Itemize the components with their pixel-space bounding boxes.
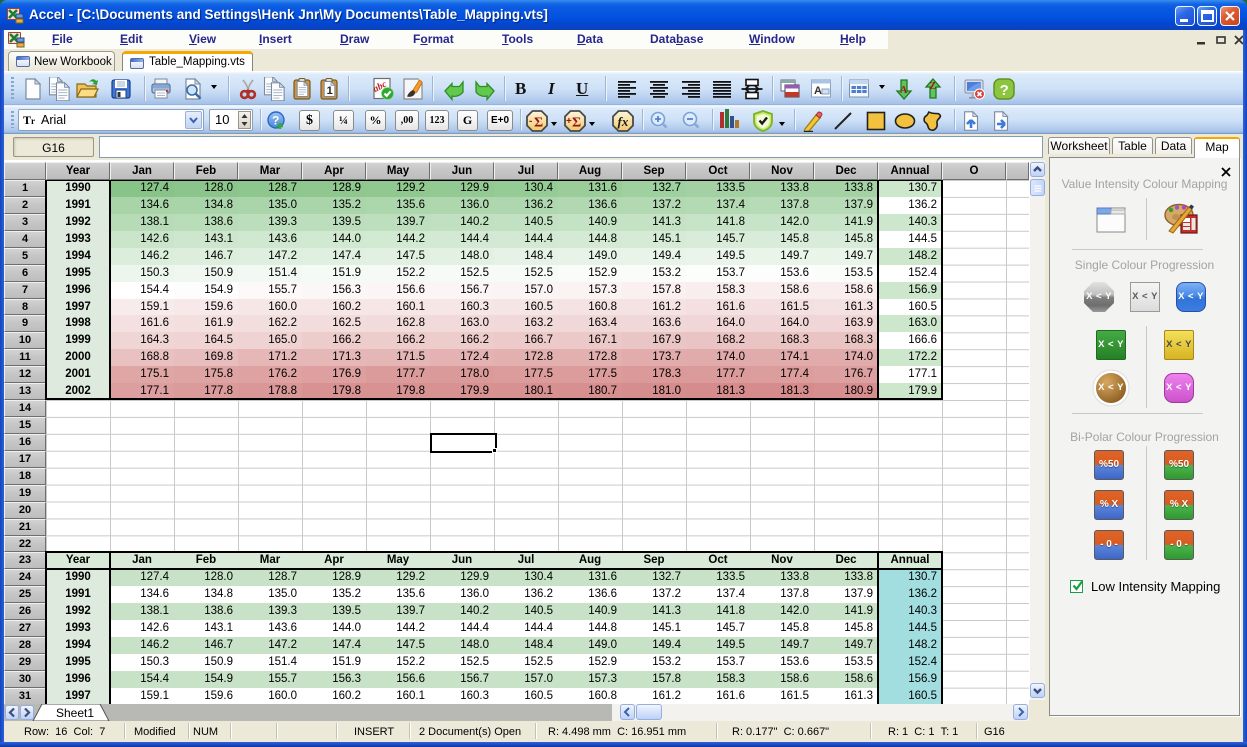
svg-text:fx: fx bbox=[618, 114, 629, 129]
svg-text:A: A bbox=[900, 85, 908, 96]
svg-text:Sheet1: Sheet1 bbox=[56, 706, 94, 720]
svg-text:+: + bbox=[566, 116, 572, 127]
svg-text:A: A bbox=[814, 85, 822, 97]
svg-text:1: 1 bbox=[327, 85, 333, 97]
svg-text:Z: Z bbox=[929, 81, 936, 92]
svg-text:-: - bbox=[529, 116, 532, 127]
svg-text:?: ? bbox=[1000, 82, 1009, 99]
svg-text:Σ: Σ bbox=[572, 116, 581, 131]
svg-text:Σ: Σ bbox=[534, 116, 543, 131]
